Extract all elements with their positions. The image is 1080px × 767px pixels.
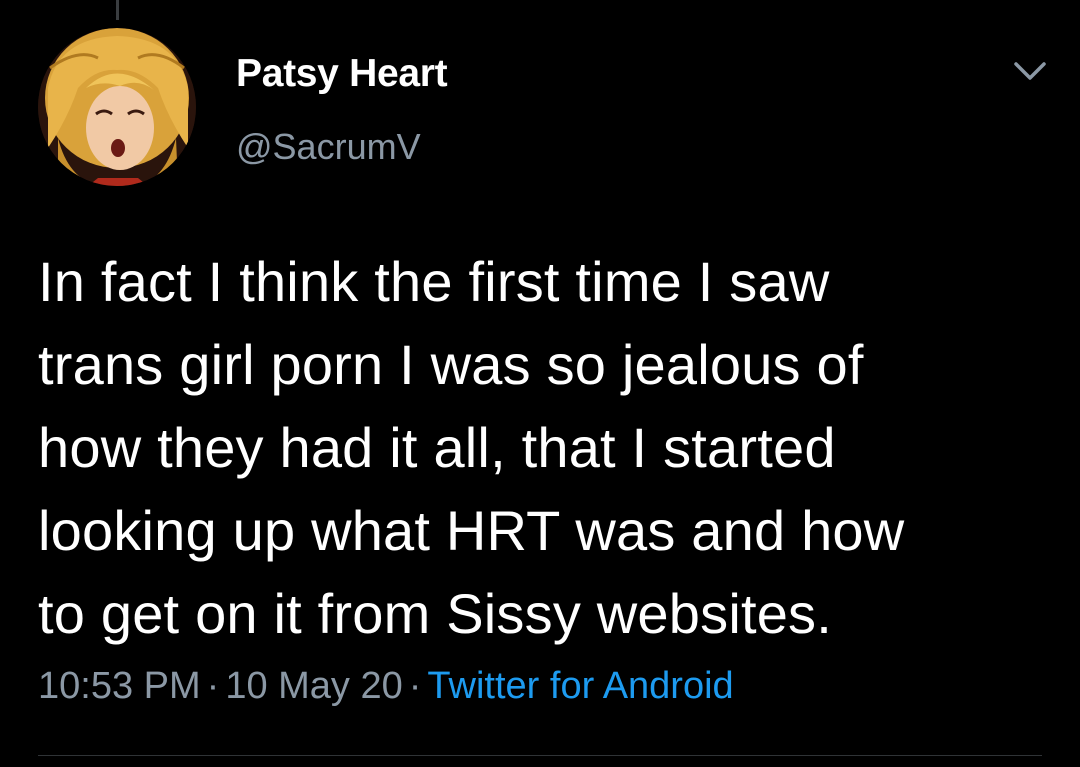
tweet-metadata: 10:53 PM · 10 May 20 · Twitter for Android: [38, 665, 734, 708]
tweet-text-line: In fact I think the first time I saw: [38, 250, 830, 313]
divider: [38, 755, 1042, 756]
tweet-text-line: how they had it all, that I started: [38, 416, 836, 479]
tweet-text-line: trans girl porn I was so jealous of: [38, 333, 864, 396]
tweet-text-line: looking up what HRT was and how: [38, 499, 905, 562]
meta-separator: ·: [408, 665, 422, 707]
anime-girl-avatar-icon: [38, 28, 196, 186]
author-display-name[interactable]: Patsy Heart: [236, 52, 448, 96]
meta-separator: ·: [206, 665, 220, 707]
tweet-date[interactable]: 10 May 20: [225, 665, 402, 707]
chevron-down-icon[interactable]: [1010, 56, 1050, 86]
tweet-time[interactable]: 10:53 PM: [38, 665, 201, 707]
tweet-text-line: to get on it from Sissy websites.: [38, 582, 833, 645]
tweet-text: In fact I think the first time I saw tra…: [38, 240, 1048, 655]
tweet-source-link[interactable]: Twitter for Android: [427, 665, 733, 707]
thread-connector-line: [116, 0, 119, 20]
author-handle[interactable]: @SacrumV: [236, 126, 421, 168]
avatar[interactable]: [38, 28, 196, 186]
